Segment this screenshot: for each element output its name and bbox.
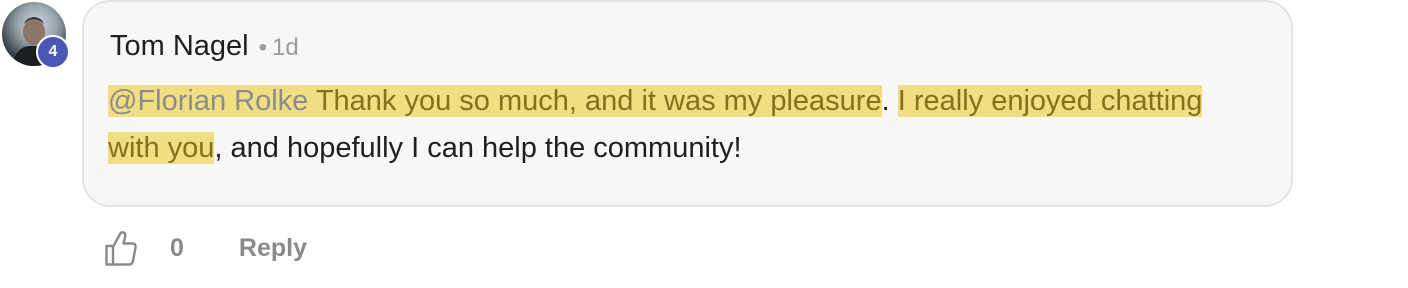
- meta-separator: •: [258, 34, 268, 61]
- comment-text: , and hopefully I can help the community…: [214, 132, 742, 164]
- comment-header: Tom Nagel • 1d: [110, 30, 299, 63]
- comment-text: .: [881, 85, 898, 117]
- comment-actions: 0 Reply: [104, 228, 307, 268]
- highlighted-text: Thank you so much, and it was my pleasur…: [308, 85, 882, 117]
- comment-body: @Florian Rolke Thank you so much, and it…: [108, 78, 1258, 172]
- thumbs-up-icon[interactable]: [104, 229, 138, 267]
- level-badge: 4: [36, 35, 70, 69]
- comment-timestamp: 1d: [272, 34, 299, 61]
- comment-meta: • 1d: [259, 34, 299, 62]
- mention-link[interactable]: @Florian Rolke: [108, 85, 309, 117]
- author-name[interactable]: Tom Nagel: [110, 30, 249, 63]
- like-count: 0: [170, 233, 184, 262]
- reply-button[interactable]: Reply: [239, 234, 307, 263]
